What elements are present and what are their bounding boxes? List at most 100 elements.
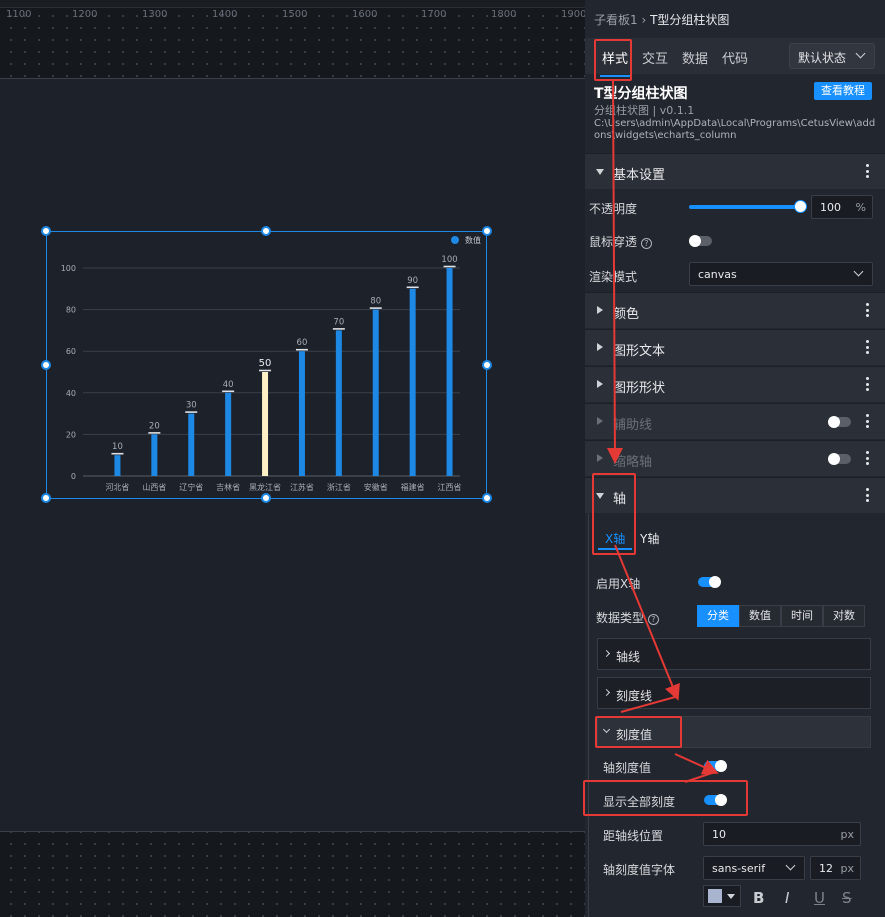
opacity-value: 100: [820, 201, 841, 214]
bar-chart: 0 20 40 60 80 100 10 河北省 20 山西省 30 辽宁省 40 吉林省 50 黑龙江省 6…: [61, 235, 481, 492]
tutorial-button[interactable]: 查看教程: [814, 82, 872, 100]
font-family-value: sans-serif: [712, 862, 766, 875]
more-icon[interactable]: [866, 377, 870, 393]
y-tick-label: 100: [61, 264, 76, 273]
editor-canvas-area: 1100 1200 1300 1400 1500 1600 1700 1800 …: [0, 0, 586, 917]
breadcrumb: 子看板1 › T型分组柱状图: [594, 11, 729, 28]
more-icon[interactable]: [866, 303, 870, 319]
y-tick-label: 0: [71, 472, 76, 481]
data-label: 90: [407, 276, 418, 286]
x-tick-label: 江西省: [438, 482, 462, 492]
more-icon[interactable]: [866, 451, 870, 467]
data-label: 30: [186, 401, 197, 411]
resize-handle-l[interactable]: [41, 360, 51, 370]
resize-handle-tr[interactable]: [482, 226, 492, 236]
more-icon[interactable]: [866, 340, 870, 356]
chevron-down-icon: [853, 266, 864, 277]
chart-marks: 10 河北省 20 山西省 30 辽宁省 40 吉林省 50 黑龙江省 60 江苏省 70 浙江省 80 安徽…: [105, 255, 461, 492]
data-type-log[interactable]: 对数: [823, 605, 865, 627]
annotation-arrows: [606, 79, 719, 783]
y-tick-label: 60: [66, 347, 76, 356]
strikethrough-icon[interactable]: S: [842, 889, 852, 907]
x-tick-label: 福建省: [401, 482, 425, 492]
more-icon[interactable]: [866, 488, 870, 504]
bar: [188, 413, 195, 476]
bar: [335, 330, 342, 476]
chevron-down-icon: [855, 48, 866, 59]
underline-icon[interactable]: U: [814, 889, 825, 907]
y-tick-label: 40: [66, 389, 76, 398]
caret-down-icon: [727, 894, 735, 899]
y-tick-label: 20: [66, 430, 76, 439]
arrow-line: [606, 79, 623, 464]
breadcrumb-separator: ›: [637, 13, 651, 27]
opacity-input[interactable]: 100%: [811, 195, 873, 219]
x-tick-label: 浙江省: [327, 482, 351, 492]
legend-label: 数值: [465, 235, 481, 245]
x-tick-label: 辽宁省: [179, 482, 203, 492]
resize-handle-tl[interactable]: [41, 226, 51, 236]
x-tick-label: 河北省: [105, 482, 129, 492]
x-tick-label: 吉林省: [216, 482, 240, 492]
slider-knob[interactable]: [794, 200, 807, 213]
color-swatch: [708, 889, 722, 903]
percent-unit: %: [855, 201, 866, 214]
bold-icon[interactable]: B: [753, 889, 764, 907]
arrow-line: [620, 696, 676, 713]
data-label: 60: [297, 338, 308, 348]
resize-handle-t[interactable]: [261, 226, 271, 236]
more-icon[interactable]: [866, 414, 870, 430]
bar: [409, 288, 416, 476]
app-root: 1100 1200 1300 1400 1500 1600 1700 1800 …: [0, 0, 885, 917]
state-select[interactable]: 默认状态: [789, 43, 875, 69]
bar: [446, 268, 453, 476]
breadcrumb-current: T型分组柱状图: [650, 13, 730, 27]
arrow-line: [684, 771, 716, 783]
tab-code[interactable]: 代码: [722, 48, 748, 67]
legend-swatch: [451, 236, 459, 244]
data-type-value[interactable]: 数值: [739, 605, 781, 627]
aux-line-toggle[interactable]: [828, 416, 851, 428]
font-color-picker[interactable]: [703, 885, 741, 907]
data-label: 80: [370, 297, 381, 307]
font-size-input[interactable]: 12 px: [810, 856, 861, 880]
arrow-line: [614, 544, 680, 701]
bar: [151, 434, 158, 476]
resize-handle-r[interactable]: [482, 360, 492, 370]
data-label: 100: [441, 255, 457, 265]
px-unit: px: [840, 828, 855, 841]
data-label: 40: [223, 380, 234, 390]
resize-handle-bl[interactable]: [41, 493, 51, 503]
state-select-value: 默认状态: [798, 51, 847, 65]
bar: [262, 372, 269, 476]
thumb-axis-toggle[interactable]: [828, 453, 851, 465]
bar: [298, 351, 305, 476]
bar: [114, 455, 121, 476]
bar: [372, 309, 379, 476]
x-tick-label: 江苏省: [290, 482, 314, 492]
x-tick-label: 黑龙江省: [249, 482, 281, 492]
x-tick-label: 山西省: [142, 482, 166, 492]
more-icon[interactable]: [866, 164, 870, 180]
breadcrumb-parent[interactable]: 子看板1: [594, 13, 638, 27]
resize-handle-br[interactable]: [482, 493, 492, 503]
bottom-canvas-margin: [0, 832, 585, 917]
x-tick-label: 安徽省: [364, 482, 388, 492]
offset-label: 距轴线位置: [603, 829, 664, 843]
offset-input[interactable]: 10 px: [703, 822, 861, 846]
data-label: 50: [259, 358, 272, 369]
data-type-time[interactable]: 时间: [781, 605, 823, 627]
font-family-select[interactable]: sans-serif: [703, 856, 805, 880]
arrow-line: [674, 753, 719, 775]
resize-handle-b[interactable]: [261, 493, 271, 503]
data-label: 70: [333, 317, 344, 327]
bar: [225, 392, 232, 476]
y-tick-label: 80: [66, 306, 76, 315]
offset-value: 10: [712, 828, 726, 841]
font-label: 轴刻度值字体: [603, 863, 676, 877]
data-label: 20: [149, 421, 160, 431]
data-label: 10: [112, 442, 123, 452]
font-size-value: 12: [819, 862, 833, 875]
chevron-down-icon: [785, 860, 796, 871]
italic-icon[interactable]: I: [785, 889, 789, 907]
